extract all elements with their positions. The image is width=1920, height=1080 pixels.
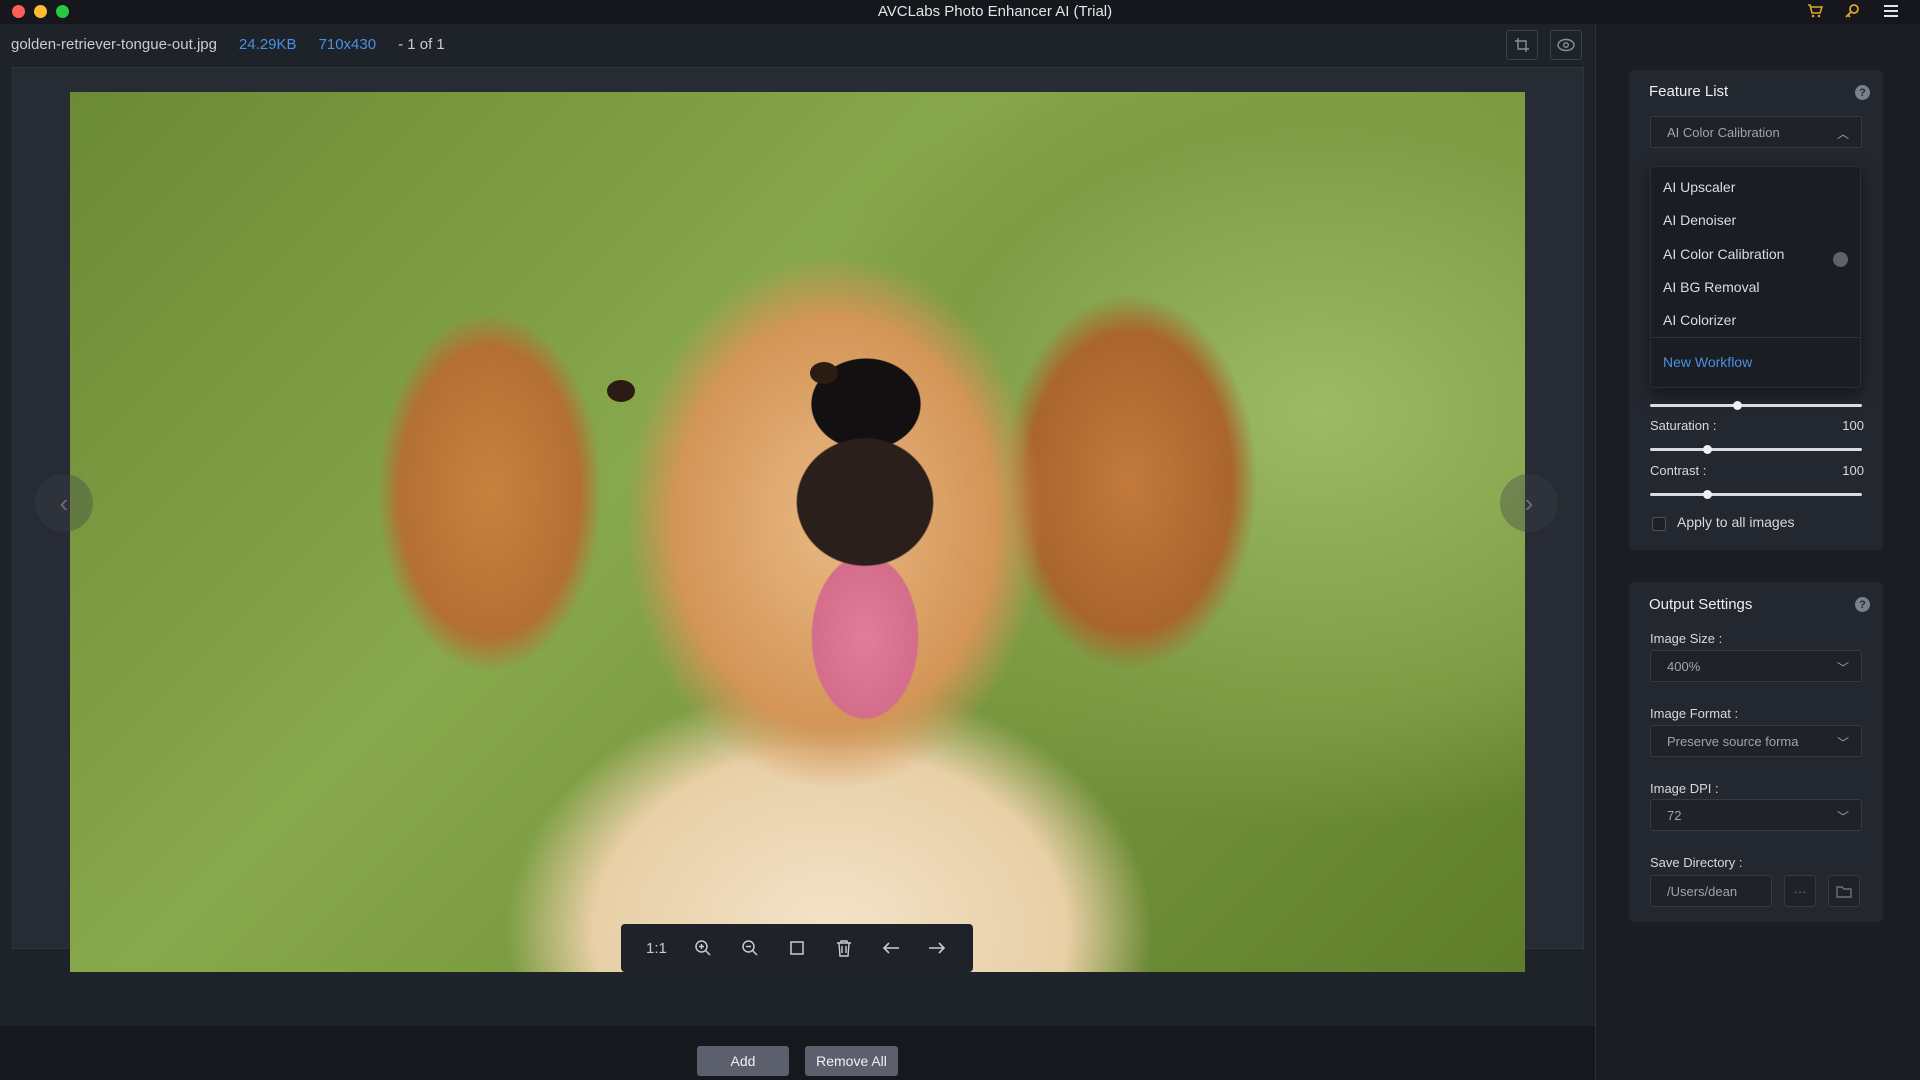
next-image-button[interactable]: › — [1500, 474, 1558, 532]
add-button[interactable]: Add — [697, 1046, 789, 1076]
image-size-select[interactable]: 400% ﹀ — [1650, 650, 1862, 682]
menu-divider — [1651, 337, 1860, 338]
image-toolbar: 1:1 — [621, 924, 973, 972]
menu-item-ai-colorizer[interactable]: AI Colorizer — [1663, 312, 1736, 328]
chevron-down-icon: ﹀ — [1836, 810, 1849, 824]
file-info-bar: golden-retriever-tongue-out.jpg 24.29KB … — [11, 34, 445, 54]
trash-icon[interactable] — [828, 932, 860, 964]
feature-list-title: Feature List — [1649, 83, 1729, 100]
help-icon[interactable]: ? — [1855, 85, 1870, 100]
image-size-label: Image Size : — [1650, 631, 1723, 646]
info-badge-icon — [1833, 252, 1848, 267]
menu-icon[interactable] — [1882, 2, 1900, 20]
image-count: - 1 of 1 — [398, 35, 445, 53]
preview-button[interactable] — [1550, 30, 1582, 60]
arrow-left-icon[interactable] — [875, 932, 907, 964]
remove-all-button[interactable]: Remove All — [805, 1046, 898, 1076]
zoom-in-icon[interactable] — [687, 932, 719, 964]
image-dpi-label: Image DPI : — [1650, 781, 1719, 796]
feature-select[interactable]: AI Color Calibration ︿ — [1650, 116, 1862, 148]
folder-icon — [1836, 885, 1852, 898]
previous-image-button[interactable]: ‹ — [35, 474, 93, 532]
cart-icon[interactable] — [1806, 2, 1824, 20]
feature-select-value: AI Color Calibration — [1667, 124, 1780, 140]
apply-all-label: Apply to all images — [1677, 514, 1795, 530]
window-title: AVCLabs Photo Enhancer AI (Trial) — [877, 3, 1113, 20]
new-workflow-link[interactable]: New Workflow — [1663, 354, 1752, 370]
menu-item-ai-bg-removal[interactable]: AI BG Removal — [1663, 279, 1759, 295]
save-directory-value: /Users/dean — [1667, 883, 1738, 899]
chevron-up-icon: ︿ — [1836, 127, 1849, 141]
fit-screen-icon[interactable] — [781, 932, 813, 964]
image-size-value: 400% — [1667, 658, 1701, 674]
image-format-select[interactable]: Preserve source forma ﹀ — [1650, 725, 1862, 757]
crop-button[interactable] — [1506, 30, 1538, 60]
chevron-right-icon: › — [1524, 487, 1534, 518]
contrast-slider[interactable] — [1650, 490, 1862, 499]
chevron-down-icon: ﹀ — [1836, 736, 1849, 750]
bottom-bar — [0, 1026, 1595, 1080]
output-settings-title: Output Settings — [1649, 596, 1753, 613]
key-icon[interactable] — [1843, 2, 1861, 20]
eye-icon — [1557, 38, 1575, 52]
apply-all-checkbox[interactable] — [1652, 517, 1666, 531]
menu-item-ai-denoiser[interactable]: AI Denoiser — [1663, 212, 1736, 228]
feature-dropdown-menu: AI Upscaler AI Denoiser AI Color Calibra… — [1650, 166, 1861, 388]
title-bar: AVCLabs Photo Enhancer AI (Trial) — [0, 0, 1920, 24]
file-size: 24.29KB — [238, 35, 297, 53]
save-directory-field[interactable]: /Users/dean — [1650, 875, 1772, 907]
chevron-down-icon: ﹀ — [1836, 661, 1849, 675]
menu-item-ai-upscaler[interactable]: AI Upscaler — [1663, 179, 1735, 195]
menu-item-ai-color-calibration[interactable]: AI Color Calibration — [1663, 246, 1784, 262]
save-directory-label: Save Directory : — [1650, 855, 1743, 870]
saturation-label: Saturation : — [1650, 418, 1717, 433]
contrast-value: 100 — [1842, 463, 1864, 478]
file-dimensions: 710x430 — [318, 35, 377, 53]
chevron-left-icon: ‹ — [59, 487, 69, 518]
help-icon[interactable]: ? — [1855, 597, 1870, 612]
saturation-value: 100 — [1842, 418, 1864, 433]
image-format-value: Preserve source forma — [1667, 733, 1799, 749]
contrast-label: Contrast : — [1650, 463, 1707, 478]
open-folder-button[interactable] — [1828, 875, 1860, 907]
zoom-out-icon[interactable] — [734, 932, 766, 964]
arrow-right-icon[interactable] — [921, 932, 953, 964]
brightness-slider[interactable] — [1650, 401, 1862, 410]
brightness-slider-knob[interactable] — [1732, 401, 1742, 410]
original-size-button[interactable]: 1:1 — [640, 932, 672, 964]
image-format-label: Image Format : — [1650, 706, 1739, 721]
image-dpi-select[interactable]: 72 ﹀ — [1650, 799, 1862, 831]
dog-photo — [70, 92, 1525, 972]
dog-eye-left — [607, 380, 635, 402]
file-name: golden-retriever-tongue-out.jpg — [11, 35, 217, 53]
more-options-button[interactable]: ··· — [1784, 875, 1816, 907]
image-dpi-value: 72 — [1667, 807, 1682, 823]
dog-eye-right — [810, 362, 838, 384]
crop-icon — [1515, 38, 1529, 52]
saturation-slider[interactable] — [1650, 445, 1862, 454]
